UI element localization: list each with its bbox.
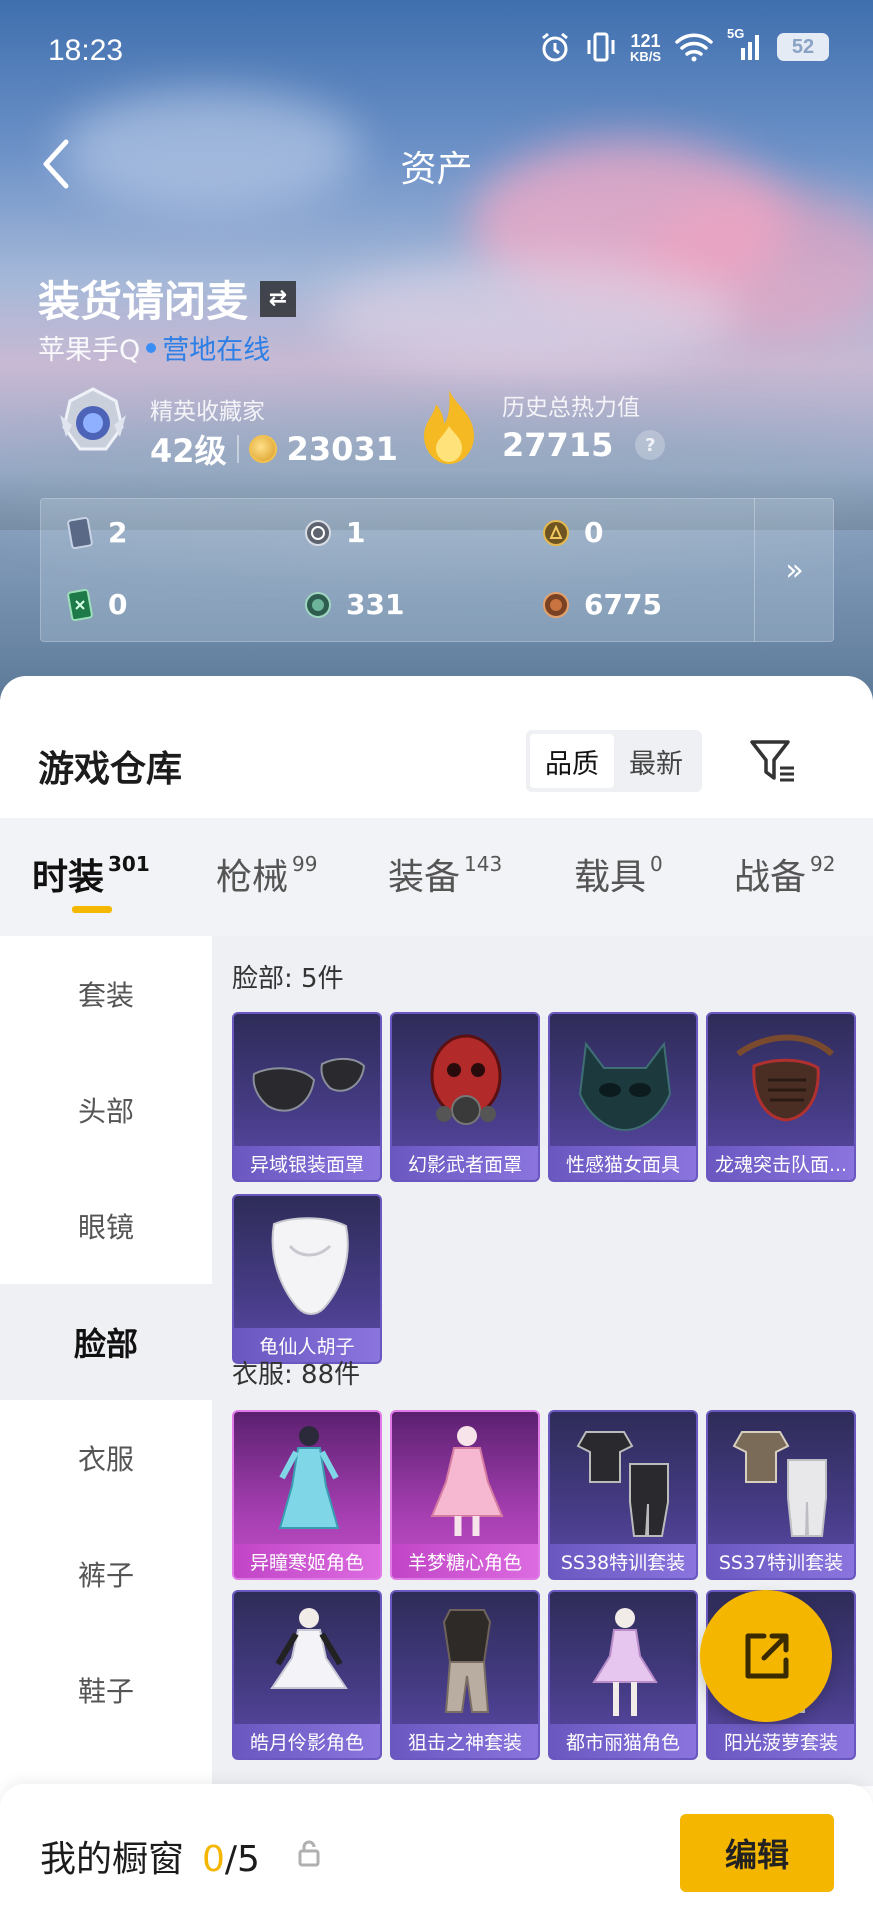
item-card[interactable]: 性感猫女面具 — [548, 1012, 698, 1182]
flame-icon — [416, 388, 482, 466]
showcase-label: 我的橱窗 — [40, 1839, 185, 1880]
tab-supplies[interactable]: 战备 92 — [734, 848, 835, 900]
asset-stats-panel — [40, 498, 834, 642]
side-item-pants[interactable]: 裤子 — [0, 1516, 212, 1632]
wifi-icon — [675, 32, 713, 62]
gold-medal-icon — [543, 519, 569, 546]
sort-toggle: 品质 最新 — [526, 730, 702, 792]
battery-indicator: 52 — [777, 33, 829, 61]
tab-equipment[interactable]: 装备 143 — [388, 848, 502, 900]
item-card[interactable]: 羊梦糖心角色 — [390, 1410, 540, 1580]
profile-name: 装货请闭麦 ⇄ — [38, 268, 297, 329]
item-card[interactable]: SS37特训套装 — [706, 1410, 856, 1580]
page-title: 资产 — [400, 149, 473, 190]
coin-count: 23031 — [286, 430, 398, 468]
character-image — [270, 1608, 348, 1689]
item-card[interactable]: 龙魂突击队面... — [706, 1012, 856, 1182]
filter-icon — [750, 740, 794, 782]
side-item-glasses[interactable]: 眼镜 — [0, 1168, 212, 1284]
side-item-head[interactable]: 头部 — [0, 1052, 212, 1168]
sort-newest[interactable]: 最新 — [614, 734, 698, 788]
help-icon[interactable]: ? — [635, 430, 666, 460]
mask-image — [736, 1034, 835, 1122]
item-card[interactable]: 皓月伶影角色 — [232, 1590, 382, 1760]
outfit-image — [576, 1431, 669, 1537]
item-card[interactable]: 龟仙人胡子 — [232, 1194, 382, 1364]
tab-vehicles[interactable]: 载具 0 — [574, 848, 663, 900]
stat-gold-medal: 0 — [542, 516, 603, 549]
item-card[interactable]: 幻影武者面罩 — [390, 1012, 540, 1182]
section-title-face: 脸部: 5件 — [232, 964, 344, 994]
username: 装货请闭麦 — [38, 277, 249, 326]
side-item-clothes[interactable]: 衣服 — [0, 1400, 212, 1516]
tab-fashion[interactable]: 时装 301 — [32, 848, 150, 900]
warehouse-title: 游戏仓库 — [38, 749, 183, 790]
green-card-icon — [67, 588, 93, 621]
lock-icon — [296, 1838, 322, 1868]
coin-icon — [248, 435, 277, 463]
mask-image — [252, 1058, 366, 1112]
showcase-count: 0/5 — [202, 1839, 260, 1880]
character-image — [430, 1426, 504, 1536]
swap-icon[interactable]: ⇄ — [260, 280, 297, 317]
side-item-shoes[interactable]: 鞋子 — [0, 1632, 212, 1748]
side-item-face[interactable]: 脸部 — [0, 1284, 212, 1400]
silver-medal-icon — [305, 519, 331, 546]
stat-silver-medal: 1 — [304, 516, 365, 549]
character-image — [592, 1608, 658, 1716]
item-card[interactable]: 都市丽猫角色 — [548, 1590, 698, 1760]
stat-card: 2 — [66, 516, 127, 549]
vibrate-icon — [586, 30, 616, 64]
bronze-coin-icon — [543, 591, 569, 618]
beard-image — [271, 1217, 349, 1315]
online-dot-icon — [146, 342, 157, 353]
side-item-suit[interactable]: 套装 — [0, 936, 212, 1052]
heat-label: 历史总热力值 — [502, 395, 640, 421]
sort-quality[interactable]: 品质 — [530, 734, 614, 788]
tab-guns[interactable]: 枪械 99 — [216, 848, 317, 900]
edit-button[interactable]: 编辑 — [680, 1814, 834, 1892]
cellular-signal-icon: 5G — [727, 26, 763, 62]
platform-info: 苹果手Q 营地在线 — [38, 328, 270, 367]
status-time: 18:23 — [48, 34, 124, 67]
stat-green-card: 0 — [66, 588, 127, 621]
heat-line: 27715 ? — [502, 426, 666, 464]
item-card[interactable]: 狙击之神套装 — [390, 1590, 540, 1760]
active-tab-indicator — [72, 906, 112, 913]
mask-image — [578, 1041, 672, 1132]
stat-green-coin: 331 — [304, 588, 404, 621]
net-speed: 121 KB/S — [629, 30, 661, 64]
item-card[interactable]: 异瞳寒姬角色 — [232, 1410, 382, 1580]
filter-button[interactable] — [748, 736, 798, 786]
outfit-image — [732, 1431, 827, 1537]
showcase-info: 我的橱窗 0/5 — [40, 1830, 260, 1882]
alarm-icon — [538, 30, 572, 64]
section-title-clothes: 衣服: 88件 — [232, 1360, 361, 1390]
stats-more-button[interactable]: » — [754, 498, 834, 642]
heat-value: 27715 — [502, 426, 614, 464]
item-card[interactable]: 异域银装面罩 — [232, 1012, 382, 1182]
rank-line: 42级 23031 — [150, 426, 398, 472]
level: 42级 — [150, 432, 227, 470]
stat-bronze-coin: 6775 — [542, 588, 662, 621]
external-link-icon — [745, 1633, 789, 1679]
platform-label: 苹果手Q — [38, 335, 141, 366]
card-icon — [67, 516, 93, 549]
share-button[interactable] — [700, 1590, 832, 1722]
outfit-image — [442, 1609, 492, 1713]
item-card[interactable]: SS38特训套装 — [548, 1410, 698, 1580]
status-bar: 18:23 121 KB/S 5G 52 — [0, 0, 873, 104]
character-image — [278, 1426, 340, 1529]
mask-image — [430, 1034, 502, 1125]
rank-badge-icon — [56, 385, 130, 459]
rank-title: 精英收藏家 — [150, 399, 265, 425]
green-coin-icon — [305, 591, 331, 618]
online-status: 营地在线 — [162, 335, 271, 366]
